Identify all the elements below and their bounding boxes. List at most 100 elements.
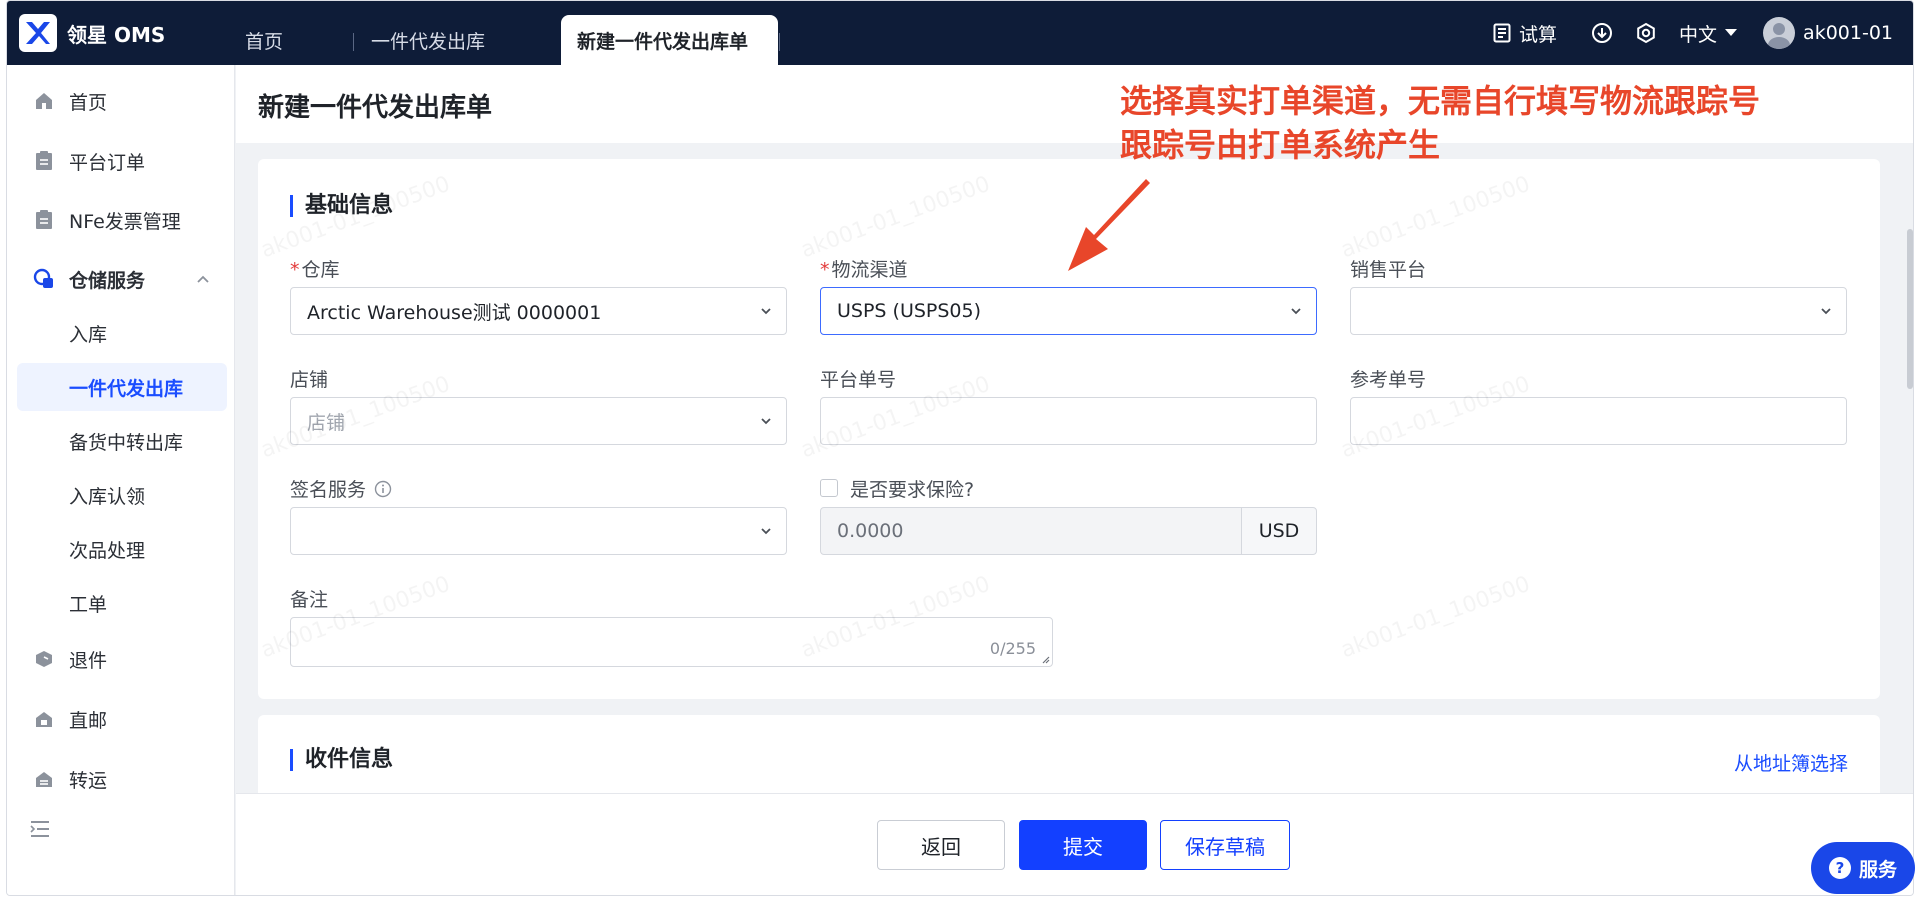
collapse-sidebar-button[interactable] — [29, 819, 51, 843]
submit-button[interactable]: 提交 — [1019, 820, 1147, 870]
main-content: 新建一件代发出库单 基础信息 * 仓库 Arctic Warehouse测试 00… — [236, 65, 1913, 793]
channel-value: USPS (USPS05) — [837, 300, 982, 322]
sidebar-item-home[interactable]: 首页 — [7, 77, 235, 125]
home-icon — [33, 90, 55, 112]
sidebar-item-label: NFe发票管理 — [69, 210, 181, 233]
app-logo[interactable]: 领星 OMS — [19, 14, 165, 52]
language-label: 中文 — [1679, 23, 1718, 46]
insurance-label: 是否要求保险? — [850, 479, 975, 501]
sidebar-item-transit[interactable]: 转运 — [7, 755, 235, 803]
sidebar-item-label: 仓储服务 — [69, 269, 146, 292]
insurance-amount-input[interactable]: 0.0000 — [820, 507, 1242, 555]
shop-placeholder: 店铺 — [307, 411, 346, 434]
service-label: 服务 — [1858, 858, 1897, 881]
platform-order-no-label: 平台单号 — [820, 369, 897, 391]
resize-handle-icon[interactable] — [1040, 654, 1050, 664]
sidebar-item-stock-transfer[interactable]: 备货中转出库 — [17, 417, 227, 465]
sidebar-item-work-orders[interactable]: 工单 — [17, 579, 227, 627]
warehouse-select[interactable]: Arctic Warehouse测试 0000001 — [290, 287, 787, 335]
sidebar-item-inbound[interactable]: 入库 — [17, 309, 227, 357]
app-name: 领星 OMS — [67, 22, 166, 47]
avatar — [1763, 17, 1796, 49]
tab-dropship-outbound[interactable]: 一件代发出库 — [353, 15, 503, 65]
page-title: 新建一件代发出库单 — [258, 93, 493, 123]
sidebar-item-dropship-outbound[interactable]: 一件代发出库 — [17, 363, 227, 411]
back-button[interactable]: 返回 — [877, 820, 1005, 870]
return-icon — [33, 648, 55, 670]
scroll-thumb[interactable] — [1907, 229, 1913, 389]
reference-no-input[interactable] — [1350, 397, 1847, 445]
logistics-channel-select[interactable]: USPS (USPS05) — [820, 287, 1317, 335]
header-actions: 试算 中文 ak001-01 — [1493, 1, 1893, 65]
currency-addon: USD — [1241, 507, 1317, 555]
platform-order-no-input[interactable] — [820, 397, 1317, 445]
shop-label: 店铺 — [290, 369, 329, 391]
service-button[interactable]: ? 服务 — [1811, 842, 1915, 894]
chevron-down-icon — [1821, 308, 1831, 315]
clipboard-icon — [33, 209, 55, 231]
sales-platform-select[interactable] — [1350, 287, 1847, 335]
transfer-icon — [33, 768, 55, 790]
sidebar-item-defective[interactable]: 次品处理 — [17, 525, 227, 573]
save-draft-button[interactable]: 保存草稿 — [1160, 820, 1290, 870]
mail-icon — [33, 708, 55, 730]
calculator-icon — [1493, 23, 1511, 43]
warehouse-icon — [33, 268, 55, 290]
warehouse-value: Arctic Warehouse测试 0000001 — [307, 301, 602, 324]
chevron-up-icon — [197, 275, 209, 283]
sidebar-item-label: 平台订单 — [69, 151, 146, 174]
calc-label: 试算 — [1519, 23, 1558, 46]
remark-counter: 0/255 — [989, 639, 1036, 658]
caret-down-icon — [1725, 29, 1738, 36]
sidebar-item-platform-orders[interactable]: 平台订单 — [7, 137, 235, 185]
insurance-amount-value: 0.0000 — [837, 520, 904, 542]
form-footer: 返回 提交 保存草稿 — [236, 793, 1913, 895]
app-window: 领星 OMS 首页 一件代发出库 新建一件代发出库单 试算 中文 ak001-0… — [6, 0, 1914, 896]
sidebar-item-nfe-invoices[interactable]: NFe发票管理 — [7, 196, 235, 244]
annotation-line-1: 选择真实打单渠道，无需自行填写物流跟踪号 — [1120, 82, 1761, 120]
calc-button[interactable]: 试算 — [1493, 20, 1557, 47]
user-menu[interactable]: ak001-01 — [1763, 17, 1893, 49]
scrollbar[interactable] — [1903, 143, 1913, 793]
receiver-info-card: 收件信息 从地址簿选择 — [258, 715, 1880, 793]
chevron-down-icon — [761, 308, 771, 315]
section-title-receiver: 收件信息 — [290, 749, 393, 771]
logo-icon — [19, 14, 57, 52]
sidebar: 首页 平台订单 NFe发票管理 仓储服务 入库 一件代发出库 备货中转出库 入库… — [7, 65, 235, 895]
clipboard-icon — [33, 150, 55, 172]
shop-select[interactable]: 店铺 — [290, 397, 787, 445]
address-book-link[interactable]: 从地址簿选择 — [1734, 749, 1848, 776]
annotation-line-2: 跟踪号由打单系统产生 — [1120, 126, 1441, 164]
sidebar-item-label: 转运 — [69, 769, 108, 792]
signature-service-select[interactable] — [290, 507, 787, 555]
warehouse-label: * 仓库 — [290, 259, 340, 281]
section-title-basic: 基础信息 — [290, 195, 393, 217]
info-icon[interactable] — [374, 480, 392, 498]
sidebar-item-direct-mail[interactable]: 直邮 — [7, 695, 235, 743]
annotation-arrow-icon — [1068, 179, 1150, 271]
chevron-down-icon — [761, 528, 771, 535]
remark-textarea[interactable]: 0/255 — [290, 617, 1053, 667]
help-icon: ? — [1828, 857, 1851, 879]
sidebar-item-warehouse-services[interactable]: 仓储服务 — [7, 255, 235, 303]
gear-icon — [1637, 22, 1655, 44]
tab-bar: 首页 一件代发出库 新建一件代发出库单 — [227, 11, 781, 65]
language-select[interactable]: 中文 — [1679, 20, 1738, 47]
insurance-checkbox[interactable] — [820, 479, 838, 497]
sidebar-item-returns[interactable]: 退件 — [7, 635, 235, 683]
signature-service-label: 签名服务 — [290, 475, 392, 502]
sidebar-item-inbound-claim[interactable]: 入库认领 — [17, 471, 227, 519]
tab-home[interactable]: 首页 — [227, 15, 301, 65]
reference-no-label: 参考单号 — [1350, 369, 1427, 391]
download-icon — [1592, 23, 1613, 43]
annotation-text: 选择真实打单渠道，无需自行填写物流跟踪号 跟踪号由打单系统产生 — [1120, 79, 1760, 167]
download-button[interactable] — [1591, 22, 1613, 44]
sidebar-item-label: 退件 — [69, 649, 108, 672]
top-bar: 领星 OMS 首页 一件代发出库 新建一件代发出库单 试算 中文 ak001-0… — [7, 1, 1913, 65]
settings-button[interactable] — [1635, 22, 1657, 44]
chevron-down-icon — [1291, 308, 1301, 315]
tab-new-dropship-order[interactable]: 新建一件代发出库单 — [561, 15, 781, 65]
sales-platform-label: 销售平台 — [1350, 259, 1427, 281]
remark-label: 备注 — [290, 589, 329, 611]
chevron-down-icon — [761, 418, 771, 425]
